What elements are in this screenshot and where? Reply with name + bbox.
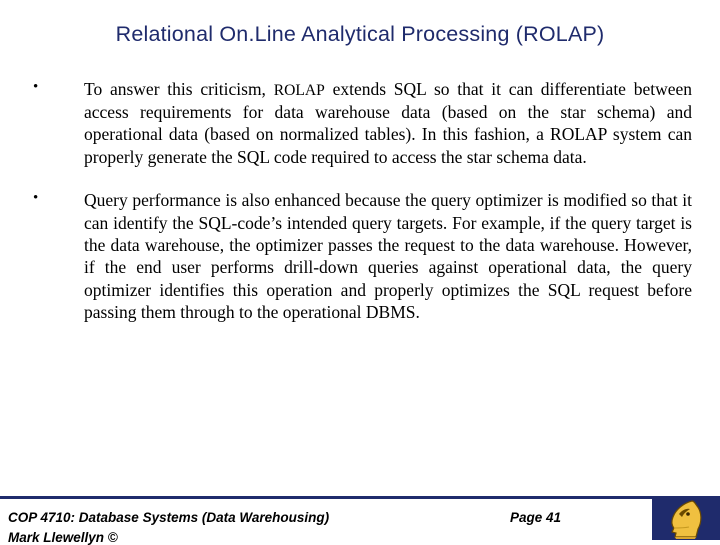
bullet-text: Query performance is also enhanced becau… [84, 189, 692, 323]
slide-body: • To answer this criticism, ROLAP extend… [0, 78, 720, 344]
knight-icon [671, 500, 702, 539]
bullet-text-emphasis: ROLAP [273, 82, 325, 99]
footer-divider [0, 496, 720, 499]
footer-page-number: Page 41 [510, 510, 562, 525]
list-item: • Query performance is also enhanced bec… [0, 189, 720, 323]
ucf-knight-logo [652, 496, 720, 540]
bullet-text-lead: To answer this criticism, [84, 79, 274, 99]
bullet-marker: • [33, 189, 39, 206]
footer-author-label: Mark Llewellyn © [8, 530, 118, 545]
bullet-text: To answer this criticism, ROLAP extends … [84, 78, 692, 168]
bullet-text-rest: Query performance is also enhanced becau… [84, 189, 692, 322]
bullet-marker: • [33, 79, 39, 95]
footer-course-label: COP 4710: Database Systems (Data Warehou… [8, 510, 330, 525]
page-title: Relational On.Line Analytical Processing… [115, 22, 605, 46]
slide: Relational On.Line Analytical Processing… [0, 0, 720, 545]
footer: COP 4710: Database Systems (Data Warehou… [0, 500, 720, 545]
list-item: • To answer this criticism, ROLAP extend… [0, 78, 720, 168]
